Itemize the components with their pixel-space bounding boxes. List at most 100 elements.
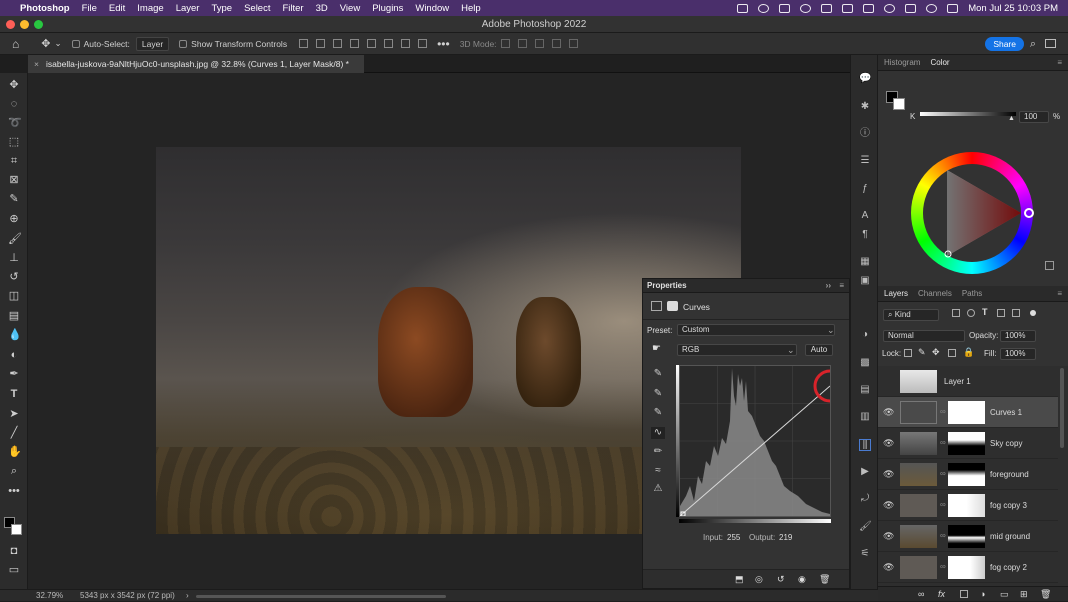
screen-mode-icon[interactable]: ▭: [8, 564, 20, 576]
align-top-icon[interactable]: [367, 39, 377, 48]
document-tab[interactable]: × isabella-juskova-9aNltHjuOc0-unsplash.…: [28, 55, 364, 73]
view-previous-icon[interactable]: ◎: [755, 574, 763, 585]
visibility-eye-icon[interactable]: 👁: [883, 407, 894, 418]
menu-3d[interactable]: 3D: [316, 3, 328, 14]
path-selection-tool-icon[interactable]: ➤: [8, 408, 20, 420]
properties-icon[interactable]: ⫼: [859, 439, 871, 451]
layer-row[interactable]: 👁 ∞ fog copy 3: [878, 490, 1058, 521]
black-point-eyedropper-icon[interactable]: ✎: [651, 368, 665, 380]
object-selection-tool-icon[interactable]: ⬚: [8, 136, 20, 148]
menu-plugins[interactable]: Plugins: [372, 3, 403, 14]
menu-view[interactable]: View: [340, 3, 360, 14]
auto-select-checkbox[interactable]: [71, 39, 84, 49]
more-options-icon[interactable]: •••: [437, 37, 450, 51]
menu-window[interactable]: Window: [415, 3, 449, 14]
panel-menu-icon[interactable]: ≡: [839, 279, 844, 293]
clone-stamp-tool-icon[interactable]: ⊥: [8, 252, 20, 264]
spotlight-search-icon[interactable]: [926, 3, 938, 13]
workspace-icon[interactable]: [1045, 39, 1056, 48]
paragraph-icon[interactable]: ¶: [859, 229, 871, 241]
smooth-curve-icon[interactable]: ≈: [651, 465, 665, 477]
creative-cloud-icon[interactable]: [758, 3, 770, 13]
k-value-field[interactable]: 100: [1019, 111, 1049, 123]
info-icon[interactable]: ⓘ: [859, 128, 871, 140]
libraries-icon[interactable]: ▦: [859, 256, 871, 268]
line-tool-icon[interactable]: ╱: [8, 427, 20, 439]
history-icon[interactable]: ⤾: [859, 493, 871, 505]
3d-pan-icon[interactable]: [534, 39, 544, 48]
clipping-warning-icon[interactable]: ⚠: [651, 483, 665, 495]
hand-tool-icon[interactable]: ✋: [8, 446, 22, 458]
layers-scrollbar[interactable]: [1060, 368, 1064, 448]
align-bottom-icon[interactable]: [401, 39, 411, 48]
clip-to-layer-icon[interactable]: ⬒: [735, 574, 744, 585]
3d-camera-icon[interactable]: [568, 39, 578, 48]
bookmark-icon[interactable]: [842, 3, 854, 13]
tab-color[interactable]: Color: [930, 58, 949, 67]
tool-preset-chevron-icon[interactable]: ⌄: [54, 38, 61, 49]
k-slider[interactable]: [920, 112, 1016, 116]
curve-point-tool-icon[interactable]: ∿: [651, 427, 665, 439]
share-button[interactable]: Share: [985, 37, 1024, 51]
zoom-level[interactable]: 32.79%: [36, 590, 63, 602]
curves-graph[interactable]: [679, 365, 847, 517]
transform-controls-checkbox[interactable]: [179, 39, 191, 49]
home-icon[interactable]: ⌂: [12, 37, 19, 51]
layers-icon[interactable]: ▤: [859, 384, 871, 396]
more-tools-icon[interactable]: •••: [8, 485, 20, 497]
tab-layers[interactable]: Layers: [884, 289, 908, 298]
tab-histogram[interactable]: Histogram: [884, 58, 920, 67]
layer-row[interactable]: 👁 ∞ Sky copy: [878, 428, 1058, 459]
visibility-eye-icon[interactable]: 👁: [883, 531, 894, 542]
control-center-icon[interactable]: [947, 3, 959, 13]
menu-type[interactable]: Type: [211, 3, 232, 14]
color-icon[interactable]: ◑: [859, 329, 871, 341]
layer-mask-thumbnail[interactable]: [948, 401, 985, 424]
new-adjustment-icon[interactable]: ◑: [980, 589, 985, 599]
bluetooth-icon[interactable]: [863, 3, 875, 13]
gray-point-eyedropper-icon[interactable]: ✎: [651, 388, 665, 400]
kind-filter-dropdown[interactable]: ⌕ Kind: [883, 309, 939, 321]
on-image-adjust-icon[interactable]: ☛: [652, 343, 661, 354]
align-left-icon[interactable]: [299, 39, 309, 48]
new-layer-icon[interactable]: ⊞: [1020, 589, 1028, 600]
k-slider-thumb-icon[interactable]: ▲: [1008, 115, 1015, 122]
gradients-icon[interactable]: ▥: [859, 411, 871, 423]
learn-icon[interactable]: ✱: [859, 101, 871, 113]
lock-position-icon[interactable]: ✥: [932, 347, 940, 358]
layer-row[interactable]: 👁 ∞ foreground: [878, 459, 1058, 490]
reset-icon[interactable]: ↺: [777, 574, 785, 585]
actions-play-icon[interactable]: ▶: [859, 466, 871, 478]
layer-row[interactable]: Layer 1: [878, 366, 1058, 397]
align-right-icon[interactable]: [333, 39, 343, 48]
align-middle-icon[interactable]: [384, 39, 394, 48]
tab-channels[interactable]: Channels: [918, 289, 952, 298]
menu-edit[interactable]: Edit: [109, 3, 125, 14]
color-panel-expand-icon[interactable]: [1045, 261, 1054, 270]
distribute-icon[interactable]: [350, 39, 360, 48]
link-chain-icon[interactable]: ∞: [940, 407, 946, 416]
zoom-tool-icon[interactable]: ⌕: [8, 465, 20, 477]
3d-slide-icon[interactable]: [551, 39, 561, 48]
history-brush-tool-icon[interactable]: ↺: [8, 271, 20, 283]
layers-panel-menu-icon[interactable]: ≡: [1057, 289, 1062, 298]
patterns-icon[interactable]: ▩: [859, 357, 871, 369]
layer-row[interactable]: 👁 ∞ mid ground: [878, 521, 1058, 552]
wifi-icon[interactable]: [884, 3, 896, 13]
lock-all-icon[interactable]: 🔒: [963, 347, 974, 358]
visibility-icon[interactable]: ◉: [798, 574, 806, 585]
curves-adjustment-icon[interactable]: [651, 301, 662, 311]
spot-healing-tool-icon[interactable]: ⊕: [8, 213, 20, 225]
blend-mode-dropdown[interactable]: Normal: [883, 330, 965, 342]
menubar-datetime[interactable]: Mon Jul 25 10:03 PM: [968, 3, 1058, 14]
filter-adjustment-icon[interactable]: [967, 309, 975, 317]
airplay-icon[interactable]: [821, 3, 833, 13]
menu-file[interactable]: File: [82, 3, 97, 14]
opacity-field[interactable]: 100%: [1000, 330, 1036, 342]
lock-artboard-icon[interactable]: [948, 349, 956, 357]
pencil-draw-icon[interactable]: ✏: [651, 446, 665, 458]
search-icon[interactable]: ⌕: [1030, 38, 1036, 51]
menu-image[interactable]: Image: [137, 3, 163, 14]
horizontal-scrollbar[interactable]: [196, 595, 446, 598]
menu-select[interactable]: Select: [244, 3, 270, 14]
